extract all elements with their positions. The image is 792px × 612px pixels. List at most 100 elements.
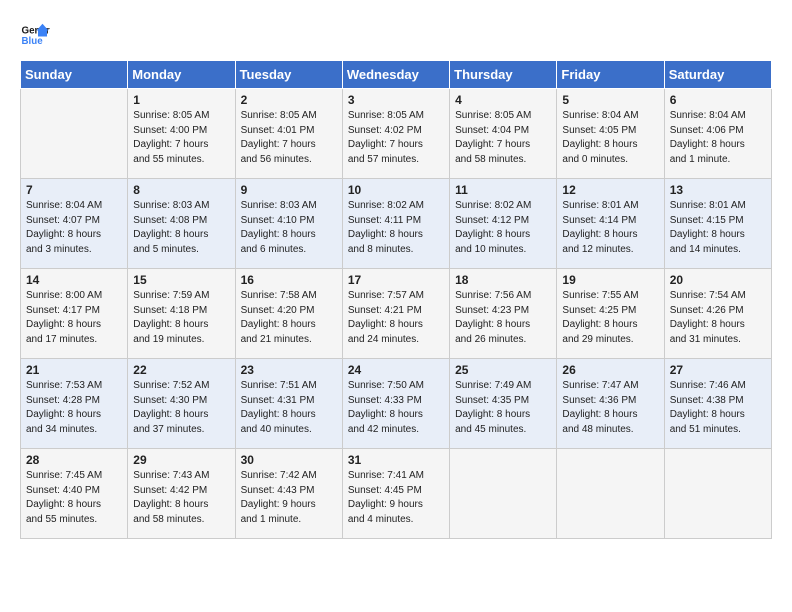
calendar-cell: 8Sunrise: 8:03 AM Sunset: 4:08 PM Daylig… [128, 179, 235, 269]
day-number: 25 [455, 363, 551, 377]
calendar-week-row: 21 Sunrise: 7:53 AM Sunset: 4:28 PM Dayli… [21, 359, 772, 449]
day-number: 23 [241, 363, 337, 377]
column-header-wednesday: Wednesday [342, 61, 449, 89]
day-info: Sunrise: 7:42 AM Sunset: 4:43 PM Dayligh… [241, 469, 337, 527]
day-number: 26 [562, 363, 658, 377]
day-info: Sunrise: 8:03 AM Sunset: 4:10 PM Dayligh… [241, 199, 337, 257]
column-header-sunday: Sunday [21, 61, 128, 89]
day-number: 5 [562, 93, 658, 107]
column-header-saturday: Saturday [664, 61, 771, 89]
day-info: Sunrise: 7:59 AM Sunset: 4:18 PM Dayligh… [133, 289, 229, 347]
calendar-cell: 30 Sunrise: 7:42 AM Sunset: 4:43 PM Dayli… [235, 449, 342, 539]
column-header-thursday: Thursday [450, 61, 557, 89]
day-number: 30 [241, 453, 337, 467]
calendar-cell: 10 Sunrise: 8:02 AM Sunset: 4:11 PM Dayli… [342, 179, 449, 269]
day-number: 16 [241, 273, 337, 287]
day-info: Sunrise: 7:43 AM Sunset: 4:42 PM Dayligh… [133, 469, 229, 527]
calendar-cell: 18 Sunrise: 7:56 AM Sunset: 4:23 PM Dayli… [450, 269, 557, 359]
calendar-cell: 22 Sunrise: 7:52 AM Sunset: 4:30 PM Dayli… [128, 359, 235, 449]
calendar-cell: 31 Sunrise: 7:41 AM Sunset: 4:45 PM Dayli… [342, 449, 449, 539]
calendar-cell: 4 Sunrise: 8:05 AM Sunset: 4:04 PM Daylig… [450, 89, 557, 179]
logo: General Blue [20, 20, 50, 50]
day-info: Sunrise: 7:49 AM Sunset: 4:35 PM Dayligh… [455, 379, 551, 437]
calendar-week-row: 7 Sunrise: 8:04 AM Sunset: 4:07 PM Daylig… [21, 179, 772, 269]
calendar-cell [557, 449, 664, 539]
calendar-cell: 27 Sunrise: 7:46 AM Sunset: 4:38 PM Dayli… [664, 359, 771, 449]
day-info: Sunrise: 8:03 AM Sunset: 4:08 PM Dayligh… [133, 199, 229, 257]
day-info: Sunrise: 7:41 AM Sunset: 4:45 PM Dayligh… [348, 469, 444, 527]
day-info: Sunrise: 8:02 AM Sunset: 4:11 PM Dayligh… [348, 199, 444, 257]
day-info: Sunrise: 7:51 AM Sunset: 4:31 PM Dayligh… [241, 379, 337, 437]
calendar-week-row: 1 Sunrise: 8:05 AM Sunset: 4:00 PM Daylig… [21, 89, 772, 179]
day-number: 13 [670, 183, 766, 197]
calendar-cell: 6 Sunrise: 8:04 AM Sunset: 4:06 PM Daylig… [664, 89, 771, 179]
calendar-cell: 11 Sunrise: 8:02 AM Sunset: 4:12 PM Dayli… [450, 179, 557, 269]
day-info: Sunrise: 7:50 AM Sunset: 4:33 PM Dayligh… [348, 379, 444, 437]
day-info: Sunrise: 8:02 AM Sunset: 4:12 PM Dayligh… [455, 199, 551, 257]
calendar-header-row: SundayMondayTuesdayWednesdayThursdayFrid… [21, 61, 772, 89]
calendar-week-row: 14 Sunrise: 8:00 AM Sunset: 4:17 PM Dayli… [21, 269, 772, 359]
calendar-cell: 19 Sunrise: 7:55 AM Sunset: 4:25 PM Dayli… [557, 269, 664, 359]
day-info: Sunrise: 8:05 AM Sunset: 4:00 PM Dayligh… [133, 109, 229, 167]
svg-text:Blue: Blue [22, 36, 44, 47]
calendar-cell: 23 Sunrise: 7:51 AM Sunset: 4:31 PM Dayli… [235, 359, 342, 449]
day-number: 19 [562, 273, 658, 287]
day-number: 11 [455, 183, 551, 197]
day-number: 6 [670, 93, 766, 107]
day-number: 4 [455, 93, 551, 107]
day-number: 31 [348, 453, 444, 467]
column-header-tuesday: Tuesday [235, 61, 342, 89]
day-info: Sunrise: 8:01 AM Sunset: 4:14 PM Dayligh… [562, 199, 658, 257]
calendar-cell: 25 Sunrise: 7:49 AM Sunset: 4:35 PM Dayli… [450, 359, 557, 449]
day-info: Sunrise: 8:04 AM Sunset: 4:07 PM Dayligh… [26, 199, 122, 257]
day-info: Sunrise: 8:05 AM Sunset: 4:01 PM Dayligh… [241, 109, 337, 167]
day-number: 27 [670, 363, 766, 377]
day-info: Sunrise: 8:04 AM Sunset: 4:05 PM Dayligh… [562, 109, 658, 167]
day-info: Sunrise: 7:53 AM Sunset: 4:28 PM Dayligh… [26, 379, 122, 437]
calendar-week-row: 28Sunrise: 7:45 AM Sunset: 4:40 PM Dayli… [21, 449, 772, 539]
day-info: Sunrise: 7:46 AM Sunset: 4:38 PM Dayligh… [670, 379, 766, 437]
day-number: 14 [26, 273, 122, 287]
day-number: 3 [348, 93, 444, 107]
calendar-cell: 14 Sunrise: 8:00 AM Sunset: 4:17 PM Dayli… [21, 269, 128, 359]
day-number: 10 [348, 183, 444, 197]
day-number: 12 [562, 183, 658, 197]
day-number: 1 [133, 93, 229, 107]
calendar-cell: 1 Sunrise: 8:05 AM Sunset: 4:00 PM Daylig… [128, 89, 235, 179]
calendar-cell: 7 Sunrise: 8:04 AM Sunset: 4:07 PM Daylig… [21, 179, 128, 269]
day-info: Sunrise: 7:56 AM Sunset: 4:23 PM Dayligh… [455, 289, 551, 347]
day-number: 21 [26, 363, 122, 377]
day-info: Sunrise: 8:00 AM Sunset: 4:17 PM Dayligh… [26, 289, 122, 347]
day-info: Sunrise: 7:55 AM Sunset: 4:25 PM Dayligh… [562, 289, 658, 347]
calendar-cell: 5 Sunrise: 8:04 AM Sunset: 4:05 PM Daylig… [557, 89, 664, 179]
calendar-cell: 15 Sunrise: 7:59 AM Sunset: 4:18 PM Dayli… [128, 269, 235, 359]
calendar-cell [664, 449, 771, 539]
day-number: 7 [26, 183, 122, 197]
page-header: General Blue [20, 20, 772, 50]
calendar-cell: 24 Sunrise: 7:50 AM Sunset: 4:33 PM Dayli… [342, 359, 449, 449]
day-info: Sunrise: 8:01 AM Sunset: 4:15 PM Dayligh… [670, 199, 766, 257]
calendar-cell: 29Sunrise: 7:43 AM Sunset: 4:42 PM Dayli… [128, 449, 235, 539]
day-info: Sunrise: 7:52 AM Sunset: 4:30 PM Dayligh… [133, 379, 229, 437]
day-number: 20 [670, 273, 766, 287]
column-header-friday: Friday [557, 61, 664, 89]
day-info: Sunrise: 8:04 AM Sunset: 4:06 PM Dayligh… [670, 109, 766, 167]
calendar-cell: 3Sunrise: 8:05 AM Sunset: 4:02 PM Daylig… [342, 89, 449, 179]
day-info: Sunrise: 7:54 AM Sunset: 4:26 PM Dayligh… [670, 289, 766, 347]
day-info: Sunrise: 7:57 AM Sunset: 4:21 PM Dayligh… [348, 289, 444, 347]
day-number: 15 [133, 273, 229, 287]
day-number: 9 [241, 183, 337, 197]
day-number: 18 [455, 273, 551, 287]
calendar-cell: 28Sunrise: 7:45 AM Sunset: 4:40 PM Dayli… [21, 449, 128, 539]
day-number: 2 [241, 93, 337, 107]
calendar-cell: 17 Sunrise: 7:57 AM Sunset: 4:21 PM Dayli… [342, 269, 449, 359]
calendar-cell: 12 Sunrise: 8:01 AM Sunset: 4:14 PM Dayli… [557, 179, 664, 269]
day-info: Sunrise: 8:05 AM Sunset: 4:04 PM Dayligh… [455, 109, 551, 167]
calendar-cell: 9 Sunrise: 8:03 AM Sunset: 4:10 PM Daylig… [235, 179, 342, 269]
calendar-cell: 26Sunrise: 7:47 AM Sunset: 4:36 PM Dayli… [557, 359, 664, 449]
day-number: 17 [348, 273, 444, 287]
day-info: Sunrise: 7:58 AM Sunset: 4:20 PM Dayligh… [241, 289, 337, 347]
day-number: 22 [133, 363, 229, 377]
calendar-cell: 2 Sunrise: 8:05 AM Sunset: 4:01 PM Daylig… [235, 89, 342, 179]
day-number: 24 [348, 363, 444, 377]
